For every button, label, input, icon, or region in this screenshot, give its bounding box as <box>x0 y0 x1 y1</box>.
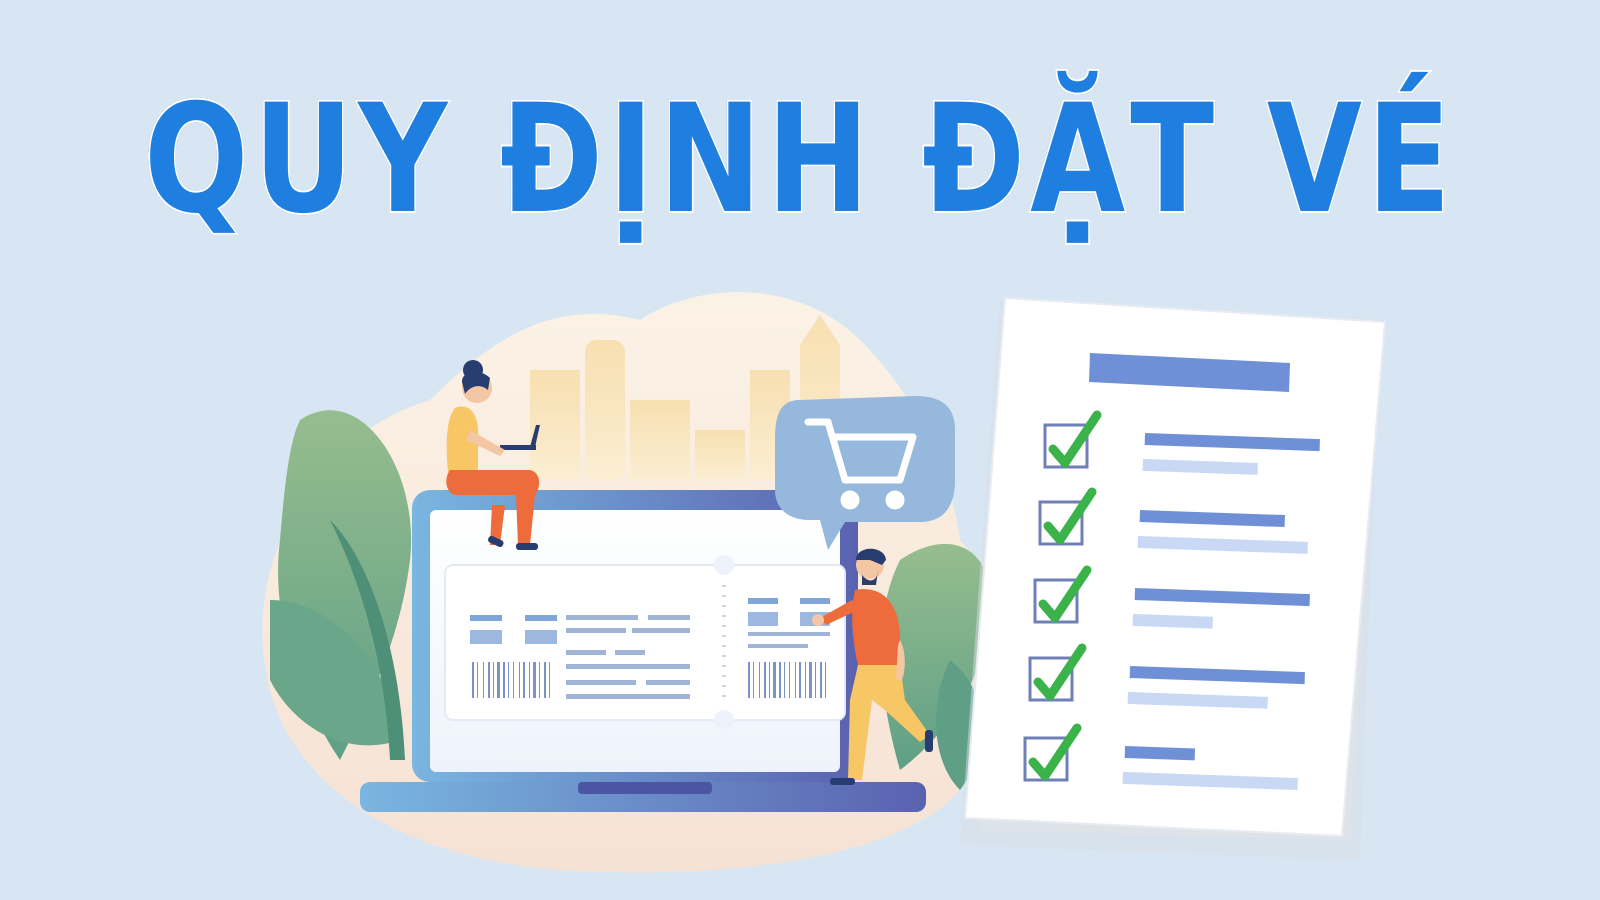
barcode-bar <box>764 662 766 698</box>
page: QUY ĐỊNH ĐẶT VÉ <box>0 0 1600 900</box>
barcode-bar <box>472 662 474 698</box>
barcode-bar <box>799 662 801 698</box>
barcode-bar <box>539 662 540 698</box>
barcode-bar <box>815 662 816 698</box>
barcode-bar <box>753 662 754 698</box>
barcode-bar <box>789 662 790 698</box>
barcode-bar <box>533 662 536 698</box>
barcode-bar <box>523 662 525 698</box>
barcode-bar <box>825 662 826 698</box>
barcode-bar <box>483 662 484 698</box>
barcode-bar <box>779 662 781 698</box>
barcode-bar <box>513 662 514 698</box>
barcode-bar <box>759 662 760 698</box>
barcode-bar <box>773 662 776 698</box>
barcode-bar <box>519 662 520 698</box>
barcode-bar <box>748 662 750 698</box>
barcode-bar <box>769 662 770 698</box>
barcode-bar <box>497 662 500 698</box>
barcode-bar <box>493 662 494 698</box>
checklist-paper <box>960 296 1387 860</box>
barcode-bar <box>488 662 490 698</box>
booking-illustration <box>262 292 1387 873</box>
ticket-card <box>444 555 846 730</box>
checklist-bar <box>1124 746 1196 761</box>
barcode-bar <box>795 662 796 698</box>
barcode-bar <box>544 662 546 698</box>
barcode-bar <box>529 662 530 698</box>
barcode-bar <box>549 662 550 698</box>
barcode-bar <box>805 662 806 698</box>
barcode-bar <box>809 662 812 698</box>
barcode-bar <box>508 662 509 698</box>
barcode-bar <box>820 662 822 698</box>
barcode-bar <box>503 662 505 698</box>
plant-left-icon <box>270 410 412 760</box>
barcode-bar <box>784 662 785 698</box>
barcode-bar <box>477 662 478 698</box>
